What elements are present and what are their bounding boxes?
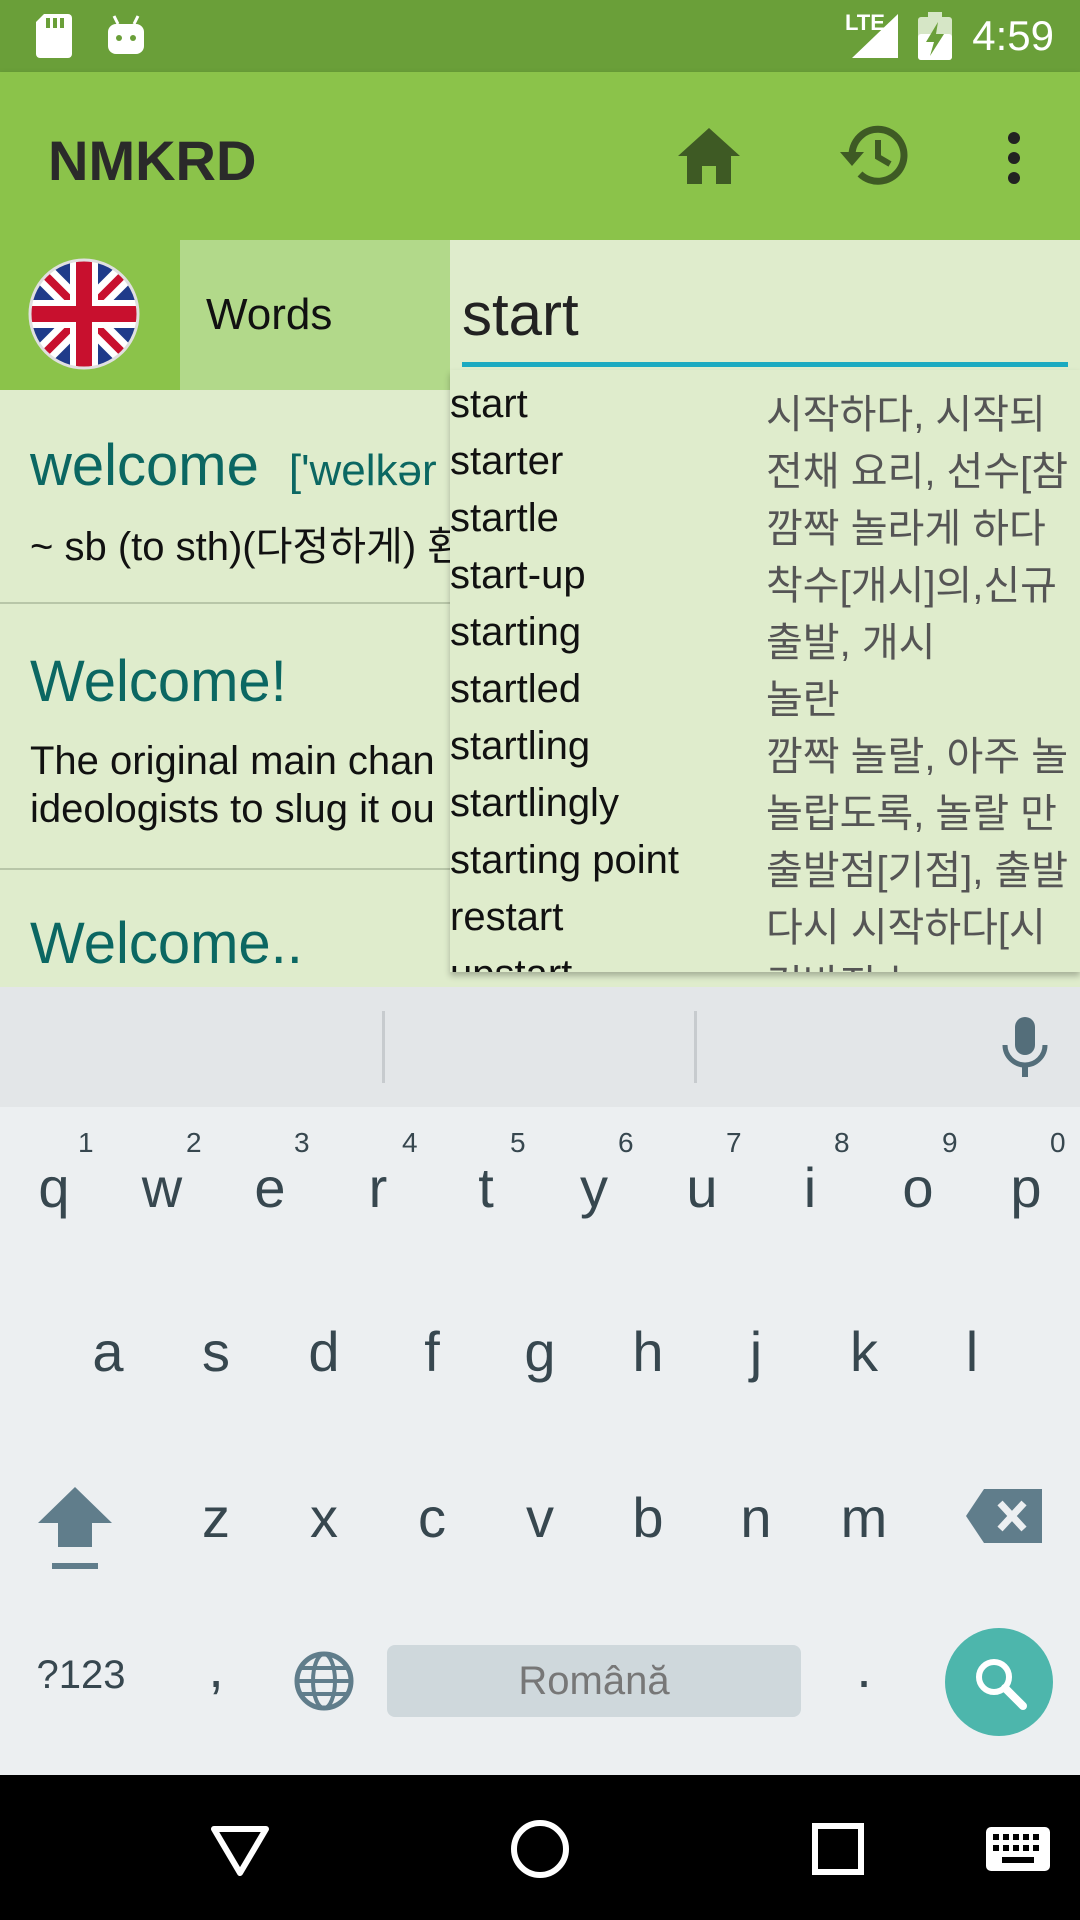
- suggestion-item[interactable]: startlingly 놀랍도록, 놀랄 만: [450, 781, 1080, 838]
- key-hint: 1: [78, 1127, 94, 1158]
- suggestion-item[interactable]: startled 놀란: [450, 667, 1080, 724]
- key-r[interactable]: r: [324, 1155, 432, 1220]
- key-b[interactable]: b: [594, 1485, 702, 1550]
- suggestion-item[interactable]: startling 깜짝 놀랄, 아주 놀: [450, 724, 1080, 781]
- key-p[interactable]: p: [972, 1155, 1080, 1220]
- key-z[interactable]: z: [162, 1485, 270, 1550]
- key-hint: 2: [186, 1127, 202, 1158]
- key-q[interactable]: q: [0, 1155, 108, 1220]
- mode-selector[interactable]: Words: [180, 240, 450, 390]
- suggestion-item[interactable]: start-up 착수[개시]의,신규: [450, 553, 1080, 610]
- key-hint: 0: [1050, 1127, 1066, 1158]
- result-snippet: ~ sb (to sth)(다정하게) 환: [30, 525, 450, 569]
- key-hint: 9: [942, 1127, 958, 1158]
- space-bar[interactable]: Română: [387, 1645, 801, 1717]
- result-headword: welcome ['welkər: [30, 433, 437, 498]
- result-headword: Welcome..: [30, 911, 303, 976]
- suggestion-item[interactable]: upstart건방진 놈: [450, 952, 1080, 972]
- suggestion-item[interactable]: starter 전채 요리, 선수[참: [450, 439, 1080, 496]
- key-l[interactable]: l: [918, 1319, 1026, 1384]
- home-nav-icon[interactable]: [510, 1819, 570, 1879]
- suggestion-dropdown: start 시작하다, 시작되 starter 전채 요리, 선수[참 startl…: [450, 370, 1080, 972]
- result-card[interactable]: welcome ['welkər ~ sb (to sth)(다정하게) 환: [0, 390, 450, 604]
- result-snippet: The original main chan: [30, 739, 435, 783]
- key-hint: 3: [294, 1127, 310, 1158]
- navigation-bar: [0, 1775, 1080, 1920]
- key-hint: 4: [402, 1127, 418, 1158]
- suggestion-item[interactable]: starting point 출발점[기점], 출발: [450, 838, 1080, 895]
- recents-icon[interactable]: [812, 1823, 864, 1875]
- result-headword: Welcome!: [30, 649, 287, 714]
- more-vert-icon[interactable]: [1004, 132, 1024, 184]
- symbols-key[interactable]: ?123: [18, 1653, 144, 1698]
- result-card[interactable]: Welcome! The original main chan ideologi…: [0, 604, 450, 870]
- clock: 4:59: [972, 12, 1054, 59]
- result-card[interactable]: Welcome..: [0, 870, 450, 987]
- back-icon[interactable]: [210, 1825, 270, 1877]
- key-e[interactable]: e: [216, 1155, 324, 1220]
- suggestion-item[interactable]: starting 출발, 개시: [450, 610, 1080, 667]
- key-v[interactable]: v: [486, 1485, 594, 1550]
- key-t[interactable]: t: [432, 1155, 540, 1220]
- suggestion-item[interactable]: start 시작하다, 시작되: [450, 382, 1080, 439]
- language-flag-button[interactable]: [0, 240, 180, 390]
- key-m[interactable]: m: [810, 1485, 918, 1550]
- home-icon[interactable]: [678, 128, 740, 184]
- key-s[interactable]: s: [162, 1319, 270, 1384]
- sd-card-icon: [36, 14, 72, 58]
- key-n[interactable]: n: [702, 1485, 810, 1550]
- strip-divider: [694, 1011, 697, 1083]
- suggestion-item[interactable]: restart 다시 시작하다[시: [450, 895, 1080, 952]
- shift-icon[interactable]: [38, 1487, 112, 1571]
- key-hint: 8: [834, 1127, 850, 1158]
- comma-key[interactable]: ,: [162, 1635, 270, 1700]
- result-pronunciation: ['welkər: [288, 446, 437, 495]
- key-hint: 7: [726, 1127, 742, 1158]
- mic-icon[interactable]: [1000, 1017, 1050, 1079]
- key-a[interactable]: a: [54, 1319, 162, 1384]
- suggestion-item[interactable]: startle 깜짝 놀라게 하다: [450, 496, 1080, 553]
- key-j[interactable]: j: [702, 1319, 810, 1384]
- key-k[interactable]: k: [810, 1319, 918, 1384]
- key-g[interactable]: g: [486, 1319, 594, 1384]
- search-underline: [462, 362, 1068, 367]
- search-field[interactable]: start: [450, 240, 1080, 370]
- key-w[interactable]: w: [108, 1155, 216, 1220]
- app-title: NMKRD: [48, 129, 257, 192]
- key-hint: 5: [510, 1127, 526, 1158]
- soft-keyboard: q w e r t y u i o p 1 2 3 4 5 6 7 8 9 0 …: [0, 987, 1080, 1775]
- key-h[interactable]: h: [594, 1319, 702, 1384]
- mode-label: Words: [206, 290, 333, 339]
- key-x[interactable]: x: [270, 1485, 378, 1550]
- search-query[interactable]: start: [462, 280, 579, 349]
- signal-icon: [852, 14, 898, 58]
- history-icon[interactable]: [838, 122, 912, 188]
- key-d[interactable]: d: [270, 1319, 378, 1384]
- strip-divider: [382, 1011, 385, 1083]
- search-icon: [976, 1659, 1027, 1710]
- key-y[interactable]: y: [540, 1155, 648, 1220]
- status-bar: LTE 4:59: [0, 0, 1080, 72]
- key-u[interactable]: u: [648, 1155, 756, 1220]
- uk-flag-icon: [28, 258, 140, 370]
- key-c[interactable]: c: [378, 1485, 486, 1550]
- key-i[interactable]: i: [756, 1155, 864, 1220]
- backspace-icon[interactable]: [966, 1489, 1042, 1543]
- keyboard-switch-icon[interactable]: [986, 1827, 1050, 1871]
- key-hint: 6: [618, 1127, 634, 1158]
- app-bar: NMKRD: [0, 72, 1080, 240]
- key-f[interactable]: f: [378, 1319, 486, 1384]
- result-snippet-line2: ideologists to slug it ou: [30, 787, 435, 831]
- globe-icon[interactable]: [294, 1651, 354, 1711]
- period-key[interactable]: .: [810, 1635, 918, 1700]
- search-action-key[interactable]: [945, 1628, 1053, 1736]
- keyboard-suggestion-strip: [0, 987, 1080, 1107]
- android-icon: [108, 15, 144, 54]
- battery-icon: [918, 12, 952, 60]
- key-o[interactable]: o: [864, 1155, 972, 1220]
